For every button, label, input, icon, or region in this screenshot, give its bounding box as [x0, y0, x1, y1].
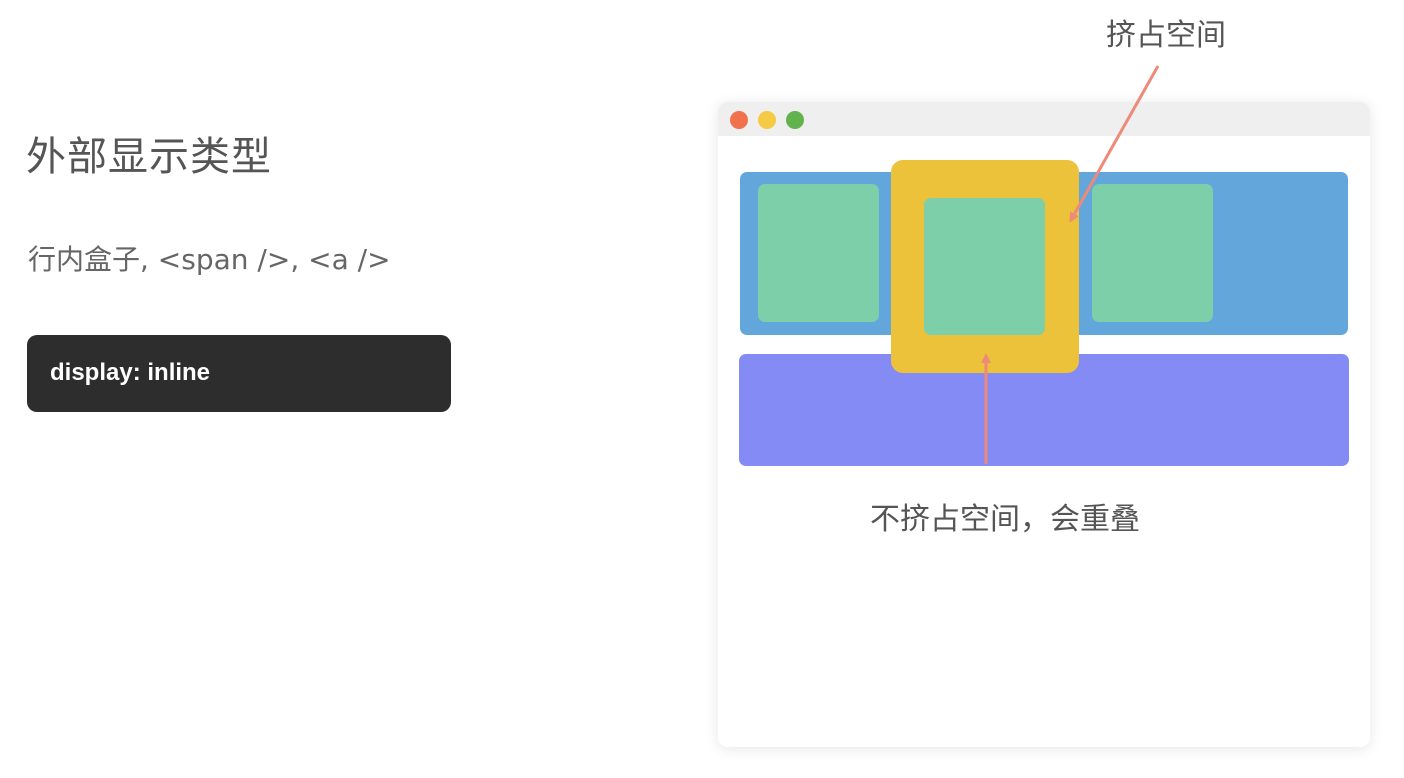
- browser-window-illustration: 不挤占空间，会重叠: [718, 102, 1370, 747]
- code-block: display: inline: [27, 335, 451, 412]
- window-minimize-dot-icon: [758, 111, 776, 129]
- caption-occupies-space: 挤占空间: [1106, 18, 1226, 53]
- window-maximize-dot-icon: [786, 111, 804, 129]
- page-title: 外部显示类型: [26, 134, 272, 180]
- inline-item-3: [1092, 184, 1213, 322]
- slide: 外部显示类型 行内盒子, <span />, <a /> display: in…: [0, 0, 1404, 778]
- inline-box-description: 行内盒子, <span />, <a />: [28, 243, 391, 276]
- code-text: display: inline: [50, 359, 211, 386]
- window-close-dot-icon: [730, 111, 748, 129]
- inline-item-1: [758, 184, 879, 322]
- window-titlebar: [718, 102, 1370, 136]
- caption-overlaps: 不挤占空间，会重叠: [870, 502, 1140, 537]
- inline-item-2-content: [924, 198, 1045, 335]
